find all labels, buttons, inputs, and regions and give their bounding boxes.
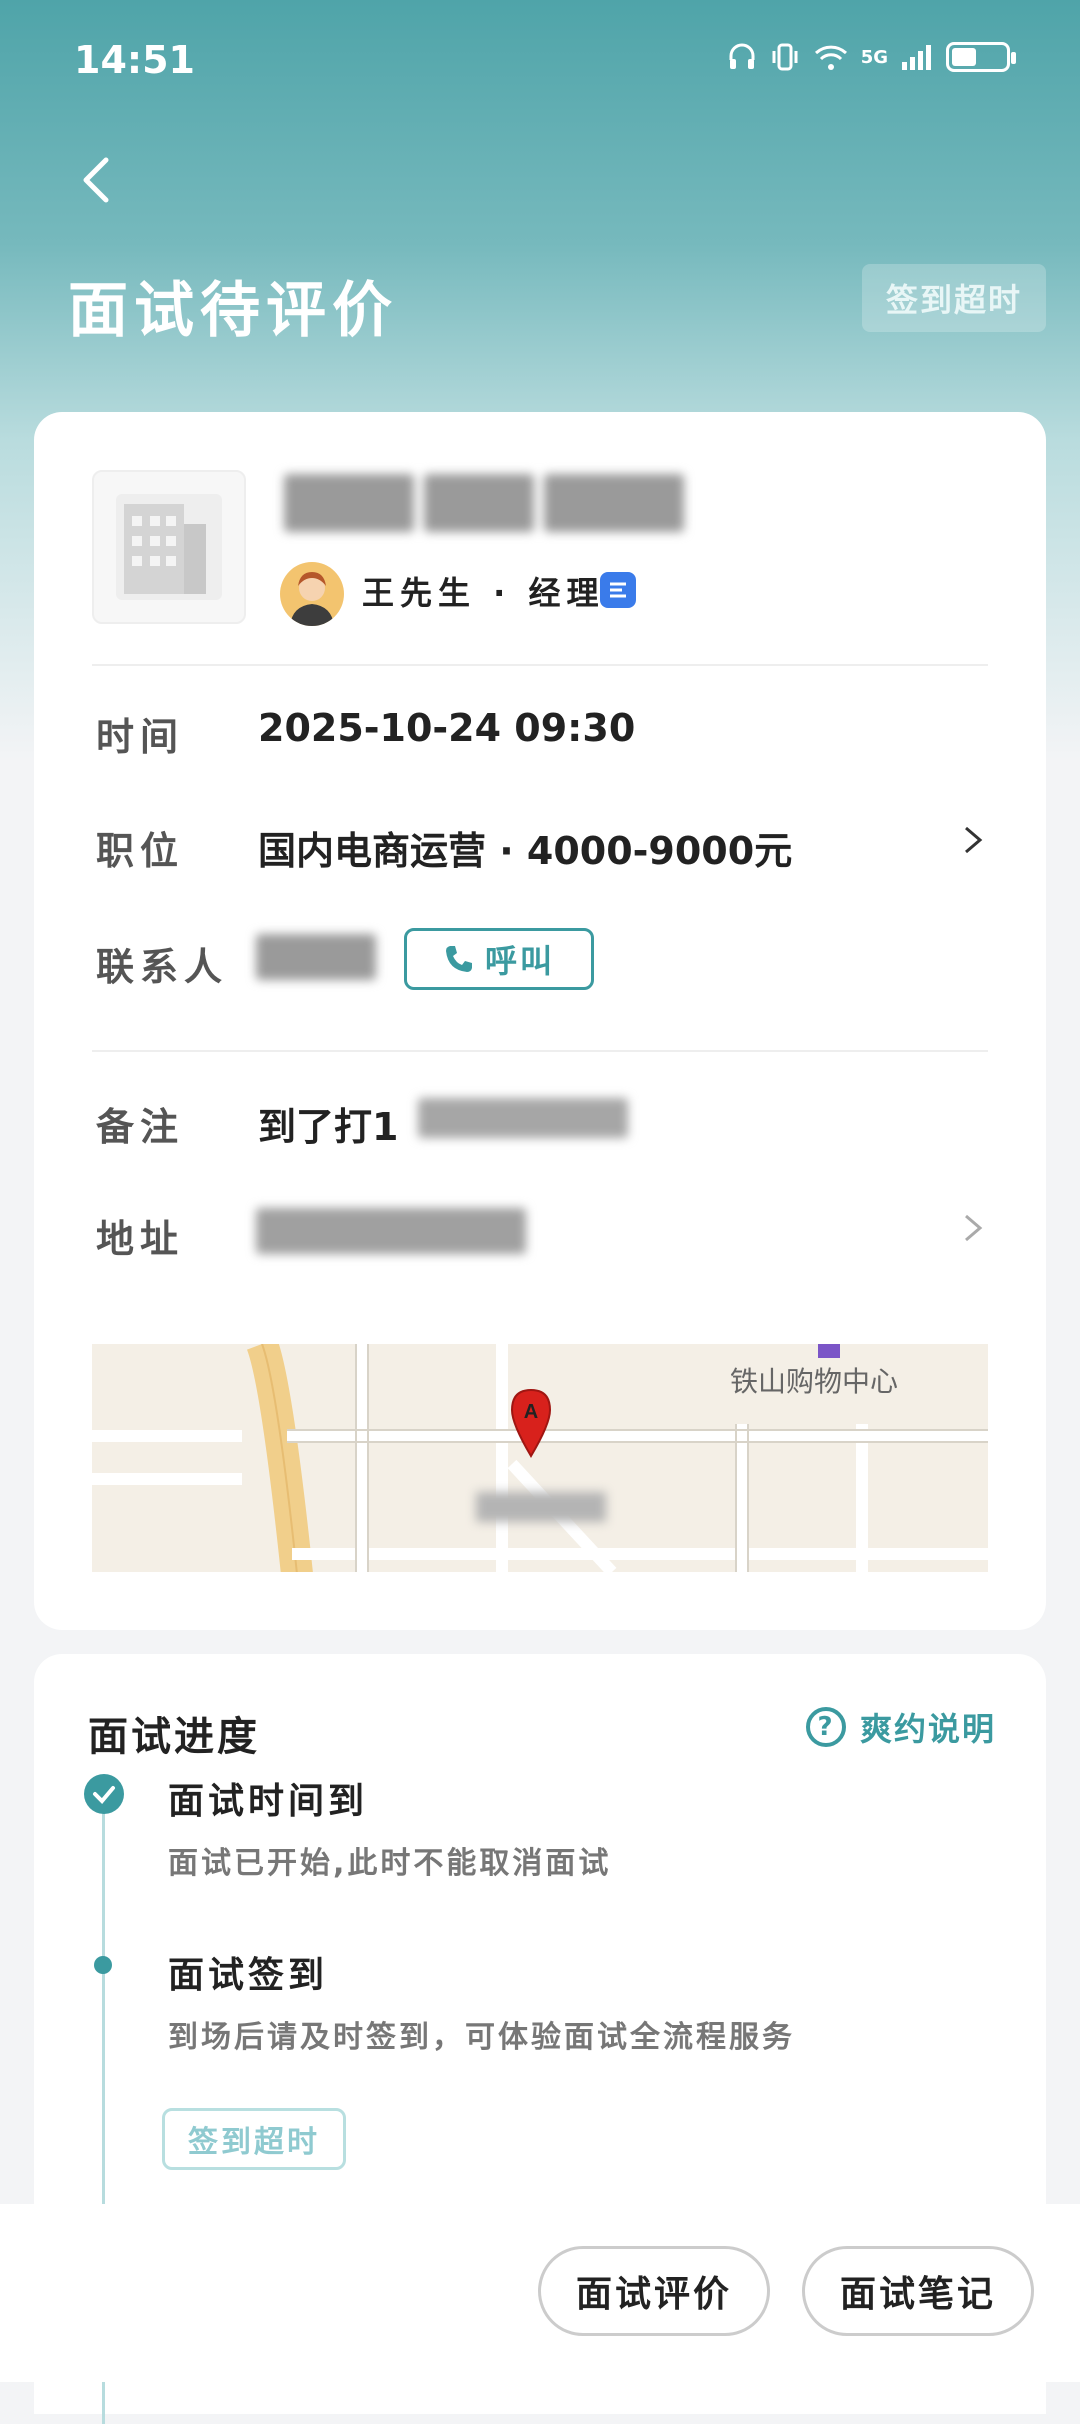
signal-icon xyxy=(902,45,931,70)
contact-name-redacted xyxy=(256,934,376,980)
status-bar: 14:51 5G xyxy=(0,38,1080,88)
status-time: 14:51 xyxy=(74,38,195,82)
note-redacted xyxy=(418,1098,628,1138)
back-arrow-icon[interactable] xyxy=(68,150,128,210)
call-button-label: 呼叫 xyxy=(484,942,555,980)
bottom-action-bar: 面试评价 面试笔记 xyxy=(0,2204,1080,2382)
step-title: 面试时间到 xyxy=(168,1781,369,1822)
step-description: 到场后请及时签到，可体验面试全流程服务 xyxy=(168,2020,795,2055)
checkin-status-badge: 签到超时 xyxy=(162,2108,346,2170)
interview-info-card: 王先生 · 经理 时间 2025-10-24 09:30 职位 国内电商运营 ·… xyxy=(34,412,1046,1630)
question-icon: ? xyxy=(805,1707,846,1747)
note-label: 备注 xyxy=(96,1105,185,1149)
divider xyxy=(92,1050,988,1052)
person-avatar-icon xyxy=(290,572,334,626)
phone-icon xyxy=(445,946,472,972)
check-circle-icon xyxy=(84,1774,124,1814)
svg-text:A: A xyxy=(524,1401,538,1423)
page-title: 面试待评价 xyxy=(68,276,398,346)
no-show-help-link[interactable]: ? 爽约说明 xyxy=(805,1704,996,1750)
chevron-right-icon xyxy=(965,826,983,854)
headphones-icon xyxy=(729,43,755,69)
contact-label: 联系人 xyxy=(96,945,229,989)
battery-icon xyxy=(946,42,1016,72)
divider xyxy=(92,664,988,666)
verified-badge-icon xyxy=(600,572,636,608)
help-label: 爽约说明 xyxy=(859,1710,996,1748)
building-icon xyxy=(116,494,222,600)
progress-title: 面试进度 xyxy=(88,1714,260,1760)
company-logo xyxy=(92,470,246,624)
address-redacted xyxy=(256,1208,526,1254)
location-map[interactable]: 铁山购物中心 A xyxy=(92,1344,988,1572)
interview-review-button[interactable]: 面试评价 xyxy=(538,2246,770,2336)
note-value: 到了打1 xyxy=(258,1105,399,1149)
map-poi-label: 铁山购物中心 xyxy=(730,1365,899,1398)
chevron-right-icon xyxy=(965,1214,983,1242)
recruiter-name: 王先生 · 经理 xyxy=(362,574,605,612)
timeline-dot xyxy=(94,1956,112,1974)
time-label: 时间 xyxy=(96,715,185,759)
position-label: 职位 xyxy=(96,829,185,873)
step-title: 面试签到 xyxy=(168,1955,329,1996)
map-marker-icon: A xyxy=(510,1388,552,1458)
status-icons: 5G xyxy=(727,42,1016,72)
position-value: 国内电商运营 · 4000-9000元 xyxy=(258,829,793,873)
time-value: 2025-10-24 09:30 xyxy=(258,706,636,750)
address-label: 地址 xyxy=(96,1217,185,1261)
interview-notes-button[interactable]: 面试笔记 xyxy=(802,2246,1034,2336)
call-button[interactable]: 呼叫 xyxy=(404,928,594,990)
step-description: 面试已开始,此时不能取消面试 xyxy=(168,1846,612,1881)
avatar xyxy=(280,562,344,626)
status-badge: 签到超时 xyxy=(862,264,1046,332)
wifi-icon xyxy=(814,45,847,70)
network-type: 5G xyxy=(860,46,888,68)
company-name-redacted xyxy=(284,474,704,532)
vibrate-icon xyxy=(772,43,798,71)
map-place-redacted xyxy=(476,1492,606,1522)
